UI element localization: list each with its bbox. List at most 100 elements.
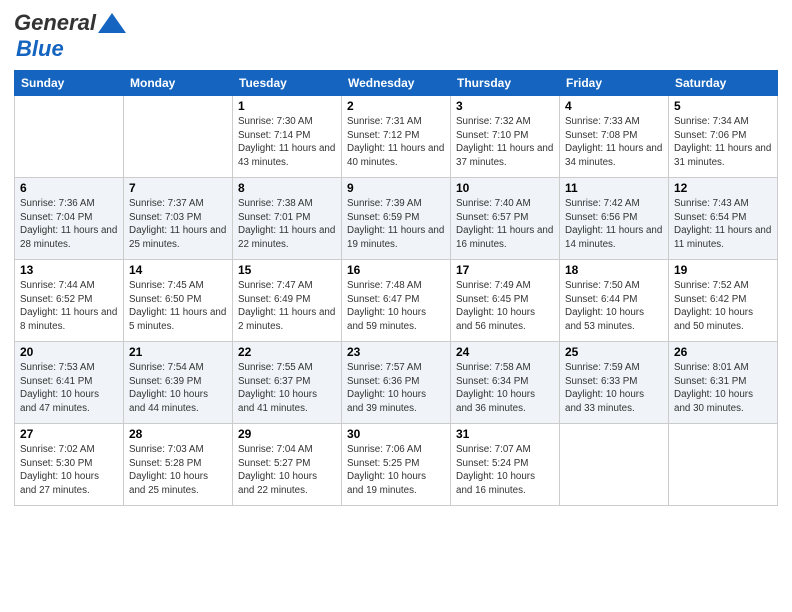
calendar-cell: 19Sunrise: 7:52 AMSunset: 6:42 PMDayligh… <box>669 260 778 342</box>
sunset-text: Sunset: 6:47 PM <box>347 293 445 307</box>
day-info: Sunrise: 7:49 AMSunset: 6:45 PMDaylight:… <box>456 279 554 334</box>
sunrise-text: Sunrise: 7:02 AM <box>20 443 118 457</box>
logo: General Blue <box>14 10 126 62</box>
sunrise-text: Sunrise: 7:48 AM <box>347 279 445 293</box>
calendar-header-row: SundayMondayTuesdayWednesdayThursdayFrid… <box>15 71 778 96</box>
calendar-cell: 11Sunrise: 7:42 AMSunset: 6:56 PMDayligh… <box>560 178 669 260</box>
sunset-text: Sunset: 6:57 PM <box>456 211 554 225</box>
calendar-cell: 9Sunrise: 7:39 AMSunset: 6:59 PMDaylight… <box>342 178 451 260</box>
day-info: Sunrise: 7:54 AMSunset: 6:39 PMDaylight:… <box>129 361 227 416</box>
day-info: Sunrise: 7:55 AMSunset: 6:37 PMDaylight:… <box>238 361 336 416</box>
daylight-text: Daylight: 10 hours and 53 minutes. <box>565 306 663 333</box>
day-info: Sunrise: 7:36 AMSunset: 7:04 PMDaylight:… <box>20 197 118 252</box>
day-info: Sunrise: 8:01 AMSunset: 6:31 PMDaylight:… <box>674 361 772 416</box>
day-number: 27 <box>20 427 118 441</box>
day-info: Sunrise: 7:38 AMSunset: 7:01 PMDaylight:… <box>238 197 336 252</box>
daylight-text: Daylight: 10 hours and 30 minutes. <box>674 388 772 415</box>
day-number: 20 <box>20 345 118 359</box>
day-number: 10 <box>456 181 554 195</box>
sunrise-text: Sunrise: 7:03 AM <box>129 443 227 457</box>
day-info: Sunrise: 7:50 AMSunset: 6:44 PMDaylight:… <box>565 279 663 334</box>
day-info: Sunrise: 7:57 AMSunset: 6:36 PMDaylight:… <box>347 361 445 416</box>
day-info: Sunrise: 7:58 AMSunset: 6:34 PMDaylight:… <box>456 361 554 416</box>
daylight-text: Daylight: 11 hours and 34 minutes. <box>565 142 663 169</box>
sunset-text: Sunset: 6:52 PM <box>20 293 118 307</box>
calendar-cell: 30Sunrise: 7:06 AMSunset: 5:25 PMDayligh… <box>342 424 451 506</box>
calendar-cell: 4Sunrise: 7:33 AMSunset: 7:08 PMDaylight… <box>560 96 669 178</box>
sunrise-text: Sunrise: 7:54 AM <box>129 361 227 375</box>
day-info: Sunrise: 7:40 AMSunset: 6:57 PMDaylight:… <box>456 197 554 252</box>
daylight-text: Daylight: 10 hours and 44 minutes. <box>129 388 227 415</box>
daylight-text: Daylight: 10 hours and 25 minutes. <box>129 470 227 497</box>
calendar-cell: 8Sunrise: 7:38 AMSunset: 7:01 PMDaylight… <box>233 178 342 260</box>
calendar-cell: 18 Sunrise: 7:50 AMSunset: 6:44 PMDayligh… <box>560 260 669 342</box>
day-of-week-header: Saturday <box>669 71 778 96</box>
day-of-week-header: Sunday <box>15 71 124 96</box>
header: General Blue <box>14 10 778 62</box>
sunset-text: Sunset: 6:37 PM <box>238 375 336 389</box>
day-number: 29 <box>238 427 336 441</box>
calendar-cell: 15Sunrise: 7:47 AMSunset: 6:49 PMDayligh… <box>233 260 342 342</box>
sunrise-text: Sunrise: 7:42 AM <box>565 197 663 211</box>
sunset-text: Sunset: 6:33 PM <box>565 375 663 389</box>
daylight-text: Daylight: 11 hours and 22 minutes. <box>238 224 336 251</box>
daylight-text: Daylight: 10 hours and 47 minutes. <box>20 388 118 415</box>
sunset-text: Sunset: 6:36 PM <box>347 375 445 389</box>
daylight-text: Daylight: 10 hours and 33 minutes. <box>565 388 663 415</box>
day-of-week-header: Wednesday <box>342 71 451 96</box>
daylight-text: Daylight: 11 hours and 2 minutes. <box>238 306 336 333</box>
calendar-week-row: 6 Sunrise: 7:36 AMSunset: 7:04 PMDaylight… <box>15 178 778 260</box>
daylight-text: Daylight: 10 hours and 39 minutes. <box>347 388 445 415</box>
calendar-cell: 16Sunrise: 7:48 AMSunset: 6:47 PMDayligh… <box>342 260 451 342</box>
calendar-cell: 14Sunrise: 7:45 AMSunset: 6:50 PMDayligh… <box>124 260 233 342</box>
day-of-week-header: Thursday <box>451 71 560 96</box>
sunrise-text: Sunrise: 7:45 AM <box>129 279 227 293</box>
day-number: 24 <box>456 345 554 359</box>
day-number: 23 <box>347 345 445 359</box>
day-number: 6 <box>20 181 118 195</box>
sunrise-text: Sunrise: 7:55 AM <box>238 361 336 375</box>
sunset-text: Sunset: 6:42 PM <box>674 293 772 307</box>
day-of-week-header: Tuesday <box>233 71 342 96</box>
sunset-text: Sunset: 6:44 PM <box>565 293 663 307</box>
logo-arrow-icon <box>98 13 126 33</box>
logo-general-text: General <box>14 10 96 36</box>
daylight-text: Daylight: 10 hours and 22 minutes. <box>238 470 336 497</box>
calendar-cell: 2Sunrise: 7:31 AMSunset: 7:12 PMDaylight… <box>342 96 451 178</box>
sunset-text: Sunset: 6:54 PM <box>674 211 772 225</box>
sunrise-text: Sunrise: 7:30 AM <box>238 115 336 129</box>
sunset-text: Sunset: 6:45 PM <box>456 293 554 307</box>
calendar-cell <box>15 96 124 178</box>
sunrise-text: Sunrise: 7:33 AM <box>565 115 663 129</box>
day-of-week-header: Friday <box>560 71 669 96</box>
calendar-cell: 7Sunrise: 7:37 AMSunset: 7:03 PMDaylight… <box>124 178 233 260</box>
day-number: 14 <box>129 263 227 277</box>
sunrise-text: Sunrise: 7:39 AM <box>347 197 445 211</box>
calendar-cell: 20Sunrise: 7:53 AMSunset: 6:41 PMDayligh… <box>15 342 124 424</box>
calendar-cell: 17Sunrise: 7:49 AMSunset: 6:45 PMDayligh… <box>451 260 560 342</box>
sunrise-text: Sunrise: 7:07 AM <box>456 443 554 457</box>
day-number: 11 <box>565 181 663 195</box>
calendar-cell: 3Sunrise: 7:32 AMSunset: 7:10 PMDaylight… <box>451 96 560 178</box>
sunset-text: Sunset: 6:59 PM <box>347 211 445 225</box>
calendar-cell: 22Sunrise: 7:55 AMSunset: 6:37 PMDayligh… <box>233 342 342 424</box>
sunrise-text: Sunrise: 7:06 AM <box>347 443 445 457</box>
calendar-week-row: 1Sunrise: 7:30 AMSunset: 7:14 PMDaylight… <box>15 96 778 178</box>
sunrise-text: Sunrise: 7:43 AM <box>674 197 772 211</box>
sunset-text: Sunset: 6:50 PM <box>129 293 227 307</box>
day-info: Sunrise: 7:48 AMSunset: 6:47 PMDaylight:… <box>347 279 445 334</box>
sunset-text: Sunset: 6:56 PM <box>565 211 663 225</box>
day-info: Sunrise: 7:47 AMSunset: 6:49 PMDaylight:… <box>238 279 336 334</box>
calendar-cell: 23 Sunrise: 7:57 AMSunset: 6:36 PMDayligh… <box>342 342 451 424</box>
logo-blue-text: Blue <box>16 36 64 61</box>
day-number: 5 <box>674 99 772 113</box>
day-number: 31 <box>456 427 554 441</box>
day-number: 18 <box>565 263 663 277</box>
daylight-text: Daylight: 10 hours and 56 minutes. <box>456 306 554 333</box>
day-number: 28 <box>129 427 227 441</box>
sunrise-text: Sunrise: 8:01 AM <box>674 361 772 375</box>
calendar-cell: 10 Sunrise: 7:40 AMSunset: 6:57 PMDayligh… <box>451 178 560 260</box>
calendar-cell: 24 Sunrise: 7:58 AMSunset: 6:34 PMDayligh… <box>451 342 560 424</box>
sunrise-text: Sunrise: 7:31 AM <box>347 115 445 129</box>
day-number: 19 <box>674 263 772 277</box>
